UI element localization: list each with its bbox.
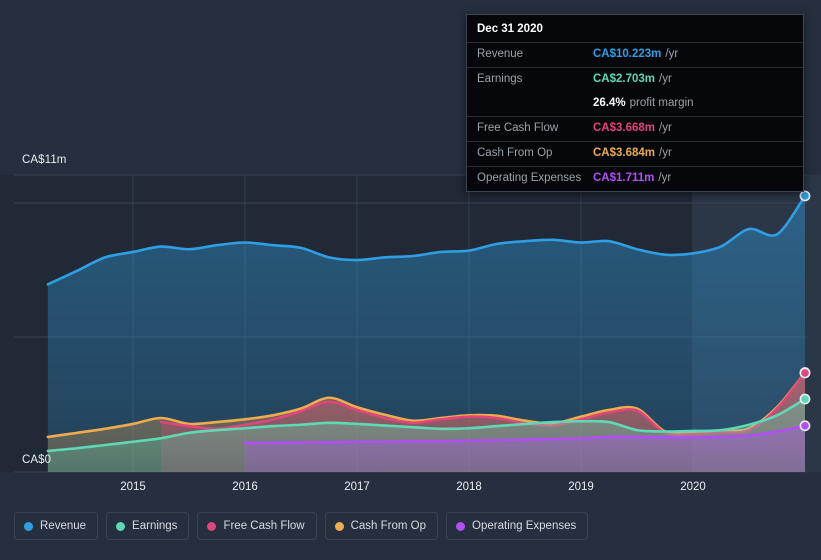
chart-page: CA$11m CA$0 2015 2016 2017 2018 2019 2020 Dec… xyxy=(0,0,821,560)
tooltip-row-operating-expenses: Operating Expenses CA$1.711m/yr xyxy=(467,166,803,191)
tooltip-row-unit: /yr xyxy=(659,122,672,134)
legend-swatch-icon xyxy=(116,521,126,531)
tooltip-row-value: CA$10.223m xyxy=(593,48,662,60)
tooltip-rows: Revenue CA$10.223m/yr Earnings CA$2.703m/yr… xyxy=(467,42,803,191)
legend-item-earnings[interactable]: Earnings xyxy=(106,512,190,540)
legend-item-label: Operating Expenses xyxy=(472,520,577,532)
x-axis-tick-2019: 2019 xyxy=(568,481,594,493)
x-axis-tick-2016: 2016 xyxy=(232,481,258,493)
tooltip-row-value: 26.4% xyxy=(593,97,626,109)
tooltip-row-free-cash-flow: Free Cash Flow CA$3.668m/yr xyxy=(467,116,803,141)
tooltip-row-value: CA$2.703m xyxy=(593,73,656,85)
legend-item-label: Free Cash Flow xyxy=(223,520,305,532)
tooltip-row-key: Free Cash Flow xyxy=(477,122,559,134)
tooltip-row-unit: profit margin xyxy=(629,97,694,109)
tooltip-row-unit: /yr xyxy=(659,73,672,85)
tooltip-row-profit-margin: 26.4% profit margin xyxy=(467,92,803,116)
tooltip-row-value: CA$3.668m xyxy=(593,122,656,134)
legend-item-operating-expenses[interactable]: Operating Expenses xyxy=(446,512,589,540)
tooltip-row-value: CA$3.684m xyxy=(593,147,656,159)
legend-item-free-cash-flow[interactable]: Free Cash Flow xyxy=(197,512,317,540)
legend-item-label: Cash From Op xyxy=(350,520,427,532)
y-axis-top-label: CA$11m xyxy=(22,154,67,166)
legend-item-label: Earnings xyxy=(132,520,178,532)
data-tooltip: Dec 31 2020 Revenue CA$10.223m/yr Earnings… xyxy=(466,14,804,192)
legend-swatch-icon xyxy=(456,521,466,531)
tooltip-row-unit: /yr xyxy=(658,172,672,184)
tooltip-row-earnings: Earnings CA$2.703m/yr xyxy=(467,67,803,92)
tooltip-row-revenue: Revenue CA$10.223m/yr xyxy=(467,42,803,67)
tooltip-row-value: CA$1.711m xyxy=(593,172,655,184)
x-axis-tick-2015: 2015 xyxy=(120,481,146,493)
tooltip-row-key: Revenue xyxy=(477,48,524,60)
tooltip-row-key: Earnings xyxy=(477,73,523,85)
chart-legend[interactable]: Revenue Earnings Free Cash Flow Cash From O… xyxy=(14,512,589,540)
legend-item-revenue[interactable]: Revenue xyxy=(14,512,99,540)
tooltip-row-key: Operating Expenses xyxy=(477,172,582,184)
legend-swatch-icon xyxy=(334,521,344,531)
tooltip-row-key: Cash From Op xyxy=(477,147,553,159)
y-axis-zero-label: CA$0 xyxy=(22,454,52,466)
x-axis-tick-2018: 2018 xyxy=(456,481,482,493)
tooltip-row-unit: /yr xyxy=(665,48,679,60)
legend-item-cash-from-op[interactable]: Cash From Op xyxy=(324,512,439,540)
tooltip-row-cash-from-op: Cash From Op CA$3.684m/yr xyxy=(467,141,803,166)
tooltip-row-unit: /yr xyxy=(659,147,672,159)
legend-swatch-icon xyxy=(207,521,217,531)
x-axis-tick-2020: 2020 xyxy=(680,481,706,493)
legend-swatch-icon xyxy=(24,521,33,531)
tooltip-title: Dec 31 2020 xyxy=(477,23,543,35)
legend-item-label: Revenue xyxy=(40,520,87,532)
x-axis-tick-2017: 2017 xyxy=(344,481,370,493)
